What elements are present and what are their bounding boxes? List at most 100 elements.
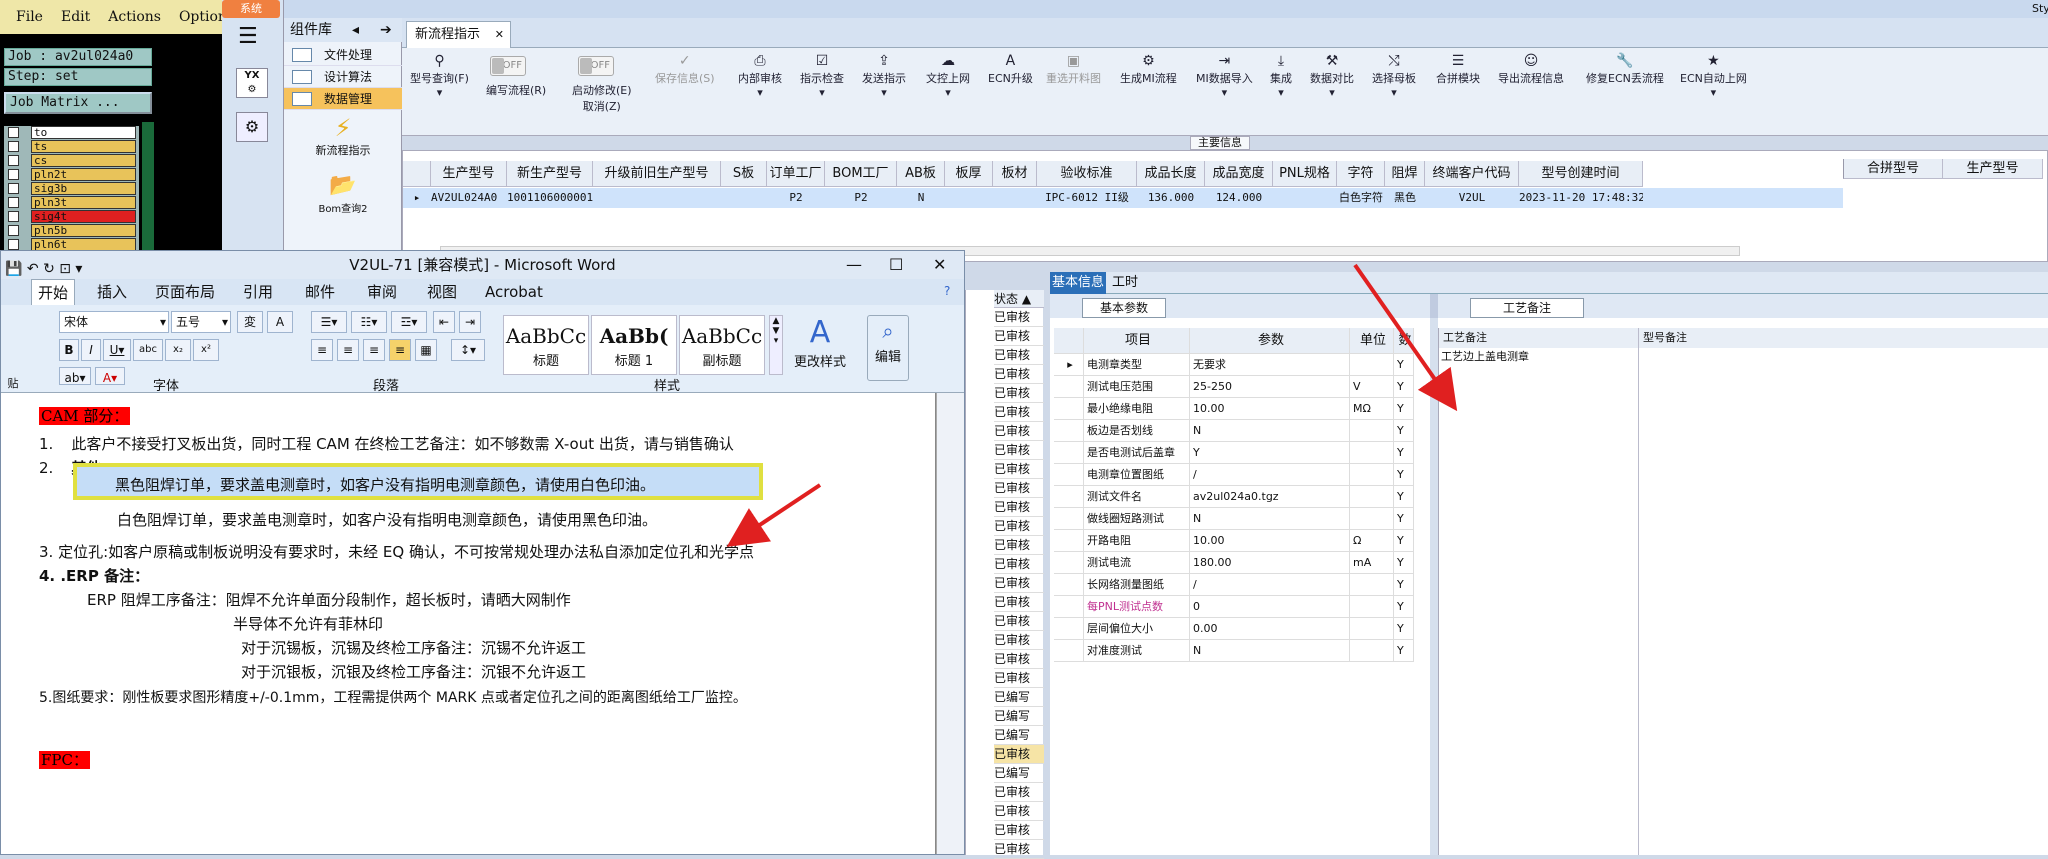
phonetic-icon[interactable]: 変 <box>237 311 263 333</box>
status-cell[interactable]: 已审核 <box>994 574 1044 593</box>
help-icon[interactable]: ? <box>944 284 950 298</box>
column-header[interactable]: 验收标准 <box>1037 161 1137 187</box>
column-header[interactable]: 阻焊 <box>1385 161 1425 187</box>
grid-cell[interactable]: 2023-11-20 17:48:32 <box>1519 188 1643 208</box>
status-cell[interactable]: 已编写 <box>994 688 1044 707</box>
layer-checkbox[interactable] <box>8 183 19 194</box>
style-menu[interactable]: Style ▾ <box>2032 2 2048 15</box>
underline-button[interactable]: U▾ <box>103 339 131 361</box>
column-header[interactable]: PNL规格 <box>1273 161 1337 187</box>
doc-control-online-button[interactable]: ☁ 文控上网 ▾ <box>926 52 970 99</box>
font-name-select[interactable]: 宋体 ▾ <box>59 311 169 333</box>
tab-mailings[interactable]: 邮件 <box>305 279 335 305</box>
splitter[interactable] <box>1430 294 1438 318</box>
param-value[interactable]: / <box>1190 464 1350 486</box>
status-cell[interactable]: 已审核 <box>994 517 1044 536</box>
increase-indent-button[interactable]: ⇥ <box>459 311 481 333</box>
tool-app-icon[interactable]: ⚙ <box>236 112 268 142</box>
export-process-button[interactable]: ☺ 导出流程信息 <box>1498 52 1564 86</box>
status-cell[interactable]: 已审核 <box>994 365 1044 384</box>
param-value[interactable]: 180.00 <box>1190 552 1350 574</box>
status-cell[interactable]: 已审核 <box>994 783 1044 802</box>
italic-button[interactable]: I <box>81 339 101 361</box>
superscript-button[interactable]: x² <box>193 339 219 361</box>
tab-process-note[interactable]: 工艺备注 <box>1470 298 1584 318</box>
grid-cell[interactable]: P2 <box>825 188 897 208</box>
tab-work-hours[interactable]: 工时 <box>1112 272 1152 294</box>
column-header[interactable]: 终端客户代码 <box>1425 161 1519 187</box>
line-spacing-button[interactable]: ↕▾ <box>451 339 485 361</box>
bullets-button[interactable]: ☰▾ <box>311 311 347 333</box>
pin-icon[interactable]: ➔ <box>380 18 392 42</box>
status-cell[interactable]: 已审核 <box>994 802 1044 821</box>
generate-mi-button[interactable]: ⚙ 生成MI流程 <box>1120 52 1177 86</box>
numbering-button[interactable]: ☷▾ <box>351 311 387 333</box>
font-color-button[interactable]: A▾ <box>95 367 125 385</box>
grid-cell[interactable]: 10011060000015 <box>507 188 593 208</box>
layer-row[interactable]: pln5b <box>8 224 136 237</box>
layer-scrollbar[interactable] <box>142 122 154 250</box>
grid-cell[interactable] <box>945 188 993 208</box>
status-cell[interactable]: 已审核 <box>994 840 1044 859</box>
grid-cell[interactable]: V2UL <box>1425 188 1519 208</box>
column-header[interactable]: 生产型号 <box>431 161 507 187</box>
tab-review[interactable]: 审阅 <box>367 279 397 305</box>
grid-cell[interactable]: N <box>897 188 945 208</box>
column-header[interactable]: 字符 <box>1337 161 1385 187</box>
param-value[interactable]: av2ul024a0.tgz <box>1190 486 1350 508</box>
status-cell[interactable]: 已审核 <box>994 384 1044 403</box>
param-value[interactable]: / <box>1190 574 1350 596</box>
grid-cell[interactable] <box>993 188 1037 208</box>
column-header[interactable]: 成品宽度 <box>1205 161 1273 187</box>
layer-row[interactable]: sig3b <box>8 182 136 195</box>
column-header[interactable]: 参数 <box>1190 328 1350 354</box>
param-value[interactable]: Y <box>1190 442 1350 464</box>
grid-cell[interactable]: IPC-6012 II级 <box>1037 188 1137 208</box>
status-cell[interactable]: 已审核 <box>994 555 1044 574</box>
close-icon[interactable]: ✕ <box>495 22 504 48</box>
tab-layout[interactable]: 页面布局 <box>155 279 215 305</box>
column-header[interactable]: S板 <box>721 161 767 187</box>
status-cell[interactable]: 已审核 <box>994 327 1044 346</box>
word-document[interactable]: CAM 部分： 1. 此客户不接受打叉板出货，同时工程 CAM 在终检工艺备注：如… <box>1 393 936 854</box>
library-item-data[interactable]: 数据管理 <box>284 88 402 110</box>
highlight-color-button[interactable]: ab▾ <box>59 367 91 385</box>
ecn-upgrade-button[interactable]: A ECN升级 <box>988 52 1033 86</box>
data-compare-button[interactable]: ⚒ 数据对比 ▾ <box>1310 52 1354 99</box>
bold-button[interactable]: B <box>59 339 79 361</box>
status-cell[interactable]: 已审核 <box>994 745 1044 764</box>
internal-review-button[interactable]: ⎙ 内部审核 ▾ <box>738 52 782 99</box>
select-master-button[interactable]: ⤭ 选择母板 ▾ <box>1372 52 1416 99</box>
tab-new-process[interactable]: 新流程指示 ✕ <box>406 21 511 48</box>
column-header[interactable]: 项目 <box>1084 328 1190 354</box>
model-query-button[interactable]: ⚲ 型号查询(F) ▾ <box>410 52 469 99</box>
column-header[interactable]: 板材 <box>993 161 1037 187</box>
layer-checkbox[interactable] <box>8 225 19 236</box>
grid-cell[interactable]: P2 <box>767 188 825 208</box>
tab-acrobat[interactable]: Acrobat <box>485 279 543 305</box>
column-header[interactable]: 订单工厂 <box>767 161 825 187</box>
bom-query-button[interactable]: 📂 Bom查询2 <box>284 172 402 218</box>
layer-checkbox[interactable] <box>8 169 19 180</box>
decrease-indent-button[interactable]: ⇤ <box>433 311 455 333</box>
cancel-label[interactable]: 取消(Z) <box>583 100 621 113</box>
status-cell[interactable]: 已审核 <box>994 669 1044 688</box>
yx-app-icon[interactable]: YX ⚙ <box>236 68 268 98</box>
subscript-button[interactable]: x₂ <box>165 339 191 361</box>
status-cell[interactable]: 已审核 <box>994 498 1044 517</box>
grid-cell[interactable]: AV2UL024A0 <box>431 188 507 208</box>
justify-button[interactable]: ≡ <box>389 339 411 361</box>
layer-row[interactable]: sig4t <box>8 210 136 223</box>
param-value[interactable]: N <box>1190 508 1350 530</box>
status-cell[interactable]: 已审核 <box>994 346 1044 365</box>
param-value[interactable]: 10.00 <box>1190 530 1350 552</box>
param-value[interactable]: 0 <box>1190 596 1350 618</box>
status-cell[interactable]: 已审核 <box>994 422 1044 441</box>
style-heading-1[interactable]: AaBb(标题 1 <box>591 315 677 375</box>
column-header[interactable]: 新生产型号 <box>507 161 593 187</box>
tab-basic-params[interactable]: 基本参数 <box>1082 298 1166 318</box>
layer-row[interactable]: cs <box>8 154 136 167</box>
param-value[interactable]: 0.00 <box>1190 618 1350 640</box>
param-value[interactable]: N <box>1190 420 1350 442</box>
tab-references[interactable]: 引用 <box>243 279 273 305</box>
